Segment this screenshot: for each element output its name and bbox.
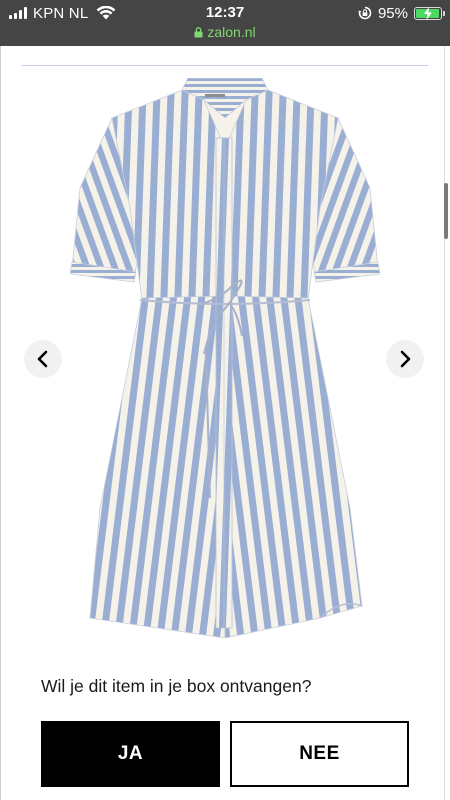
- url-text: zalon.nl: [207, 24, 256, 40]
- status-right: 95%: [358, 4, 445, 22]
- scrollbar[interactable]: [444, 183, 448, 239]
- product-image: [70, 78, 380, 638]
- status-bar: KPN NL 12:37 95% zalon.nl: [0, 0, 450, 46]
- previous-image-button[interactable]: [24, 340, 62, 378]
- chevron-left-icon: [37, 350, 48, 368]
- lock-icon: [194, 26, 203, 37]
- battery-percent: 95%: [377, 4, 408, 22]
- chevron-right-icon: [400, 350, 411, 368]
- next-image-button[interactable]: [386, 340, 424, 378]
- frame-left-edge: [0, 46, 1, 800]
- no-button[interactable]: NEE: [230, 721, 409, 787]
- receive-item-question: Wil je dit item in je box ontvangen?: [41, 676, 312, 696]
- yes-button[interactable]: JA: [41, 721, 220, 787]
- frame-right-edge: [444, 46, 445, 800]
- charging-bolt-icon: [424, 6, 432, 20]
- address-bar[interactable]: zalon.nl: [0, 22, 450, 42]
- battery-icon: [414, 6, 445, 20]
- top-divider: [22, 65, 428, 66]
- orientation-lock-icon: [358, 6, 372, 20]
